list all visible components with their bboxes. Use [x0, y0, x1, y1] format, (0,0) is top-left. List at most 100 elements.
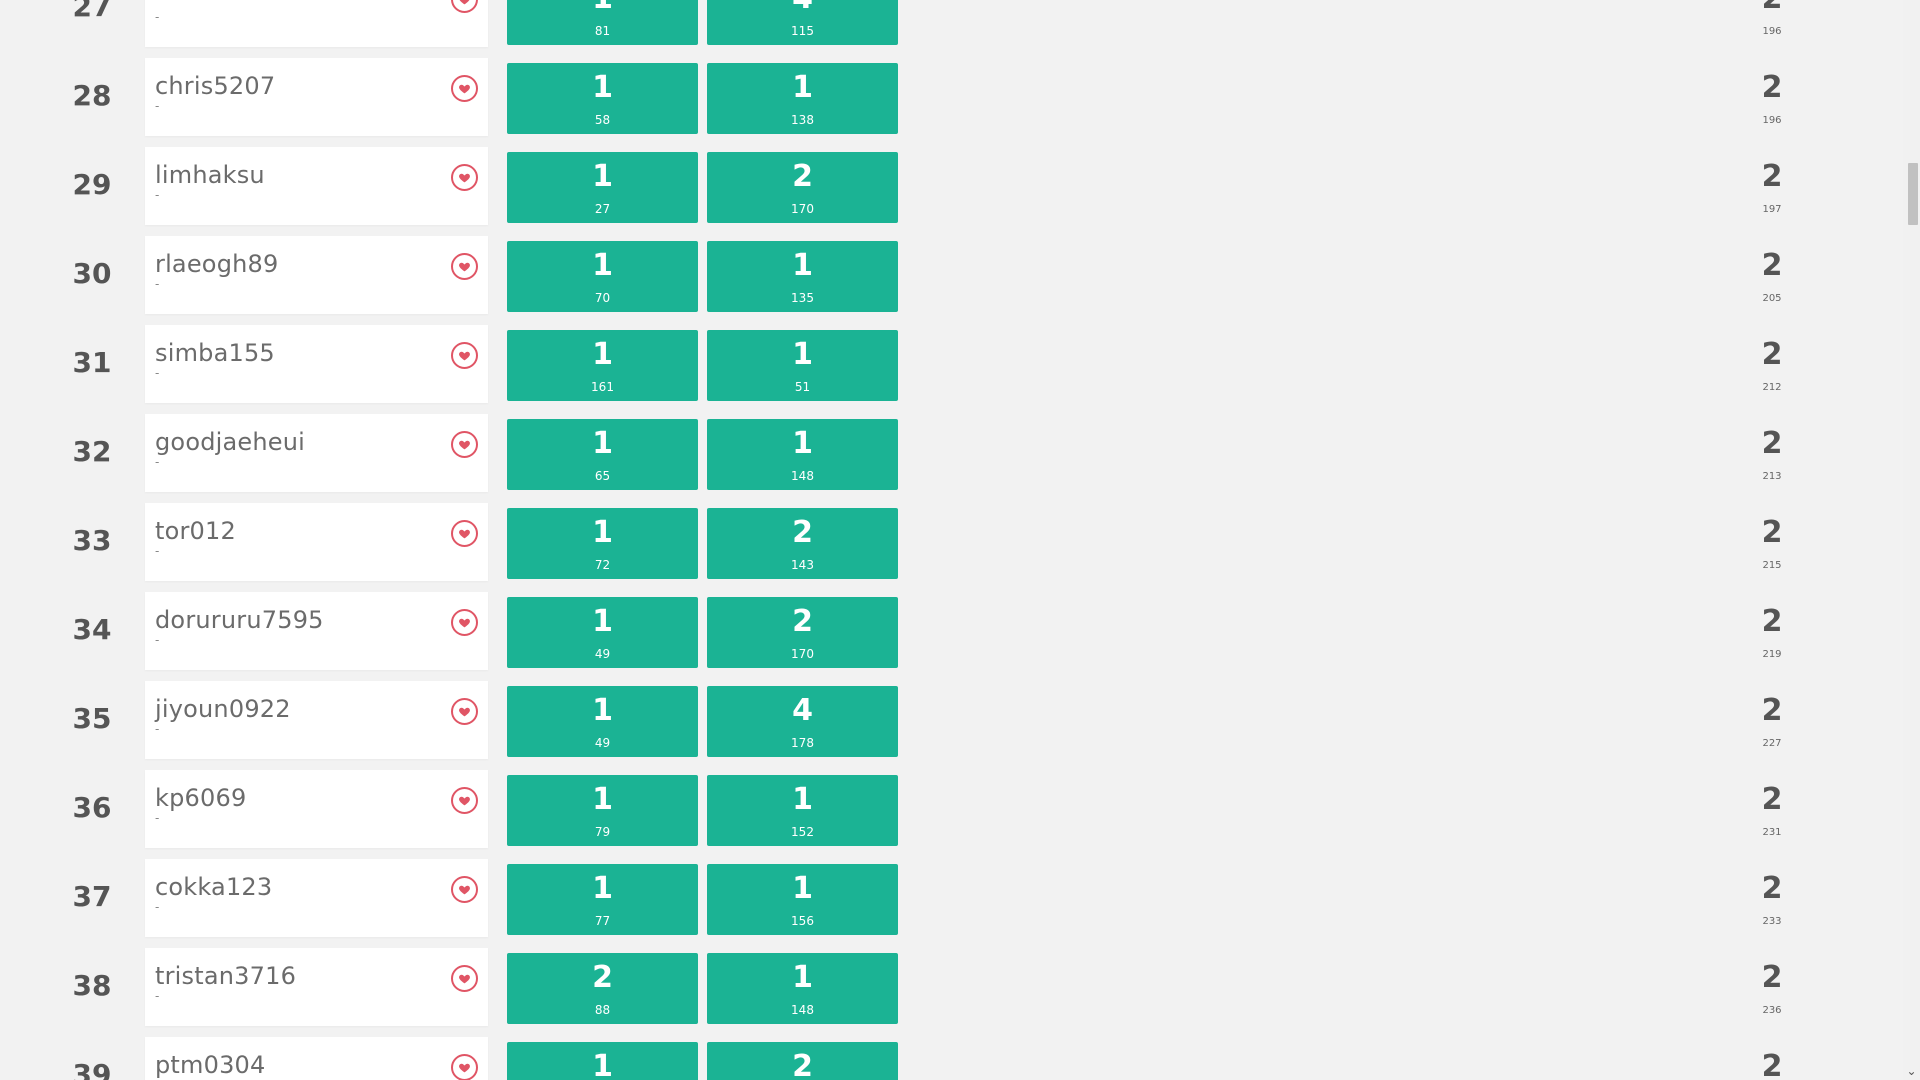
- username[interactable]: rlaeogh89: [155, 250, 278, 278]
- total-count: 2: [1742, 0, 1802, 14]
- scrollbar-thumb[interactable]: [1908, 163, 1918, 225]
- heart-icon[interactable]: [451, 787, 478, 814]
- score-tile-2[interactable]: 4 178: [707, 686, 898, 757]
- username[interactable]: limhaksu: [155, 161, 265, 189]
- user-card[interactable]: limhaksu -: [145, 147, 488, 225]
- username[interactable]: cokka123: [155, 873, 272, 901]
- score-tile-1[interactable]: 1 49: [507, 597, 698, 668]
- total-count: 2: [1761, 1049, 1783, 1080]
- score-tile-2[interactable]: 1 135: [707, 241, 898, 312]
- heart-icon[interactable]: [451, 876, 478, 903]
- score-tile-2[interactable]: 1 148: [707, 953, 898, 1024]
- total-score: 2 231: [1742, 775, 1802, 846]
- user-card[interactable]: cokka123 -: [145, 859, 488, 937]
- score-tile-1[interactable]: 1 27: [507, 152, 698, 223]
- score-tile-1[interactable]: 1 161: [507, 330, 698, 401]
- rank-number: 29: [72, 168, 112, 201]
- score-tile-1[interactable]: 1: [507, 1042, 698, 1080]
- score-tile-2[interactable]: 1 156: [707, 864, 898, 935]
- user-card[interactable]: tristan3716 -: [145, 948, 488, 1026]
- score-tile-1[interactable]: 1 77: [507, 864, 698, 935]
- heart-icon[interactable]: [451, 698, 478, 725]
- user-card[interactable]: tor012 -: [145, 503, 488, 581]
- username[interactable]: simba155: [155, 339, 275, 367]
- tile-count: 1: [592, 604, 613, 639]
- score-tile-1[interactable]: 1 58: [507, 63, 698, 134]
- total-score: 2 215: [1742, 508, 1802, 579]
- user-card[interactable]: simba155 -: [145, 325, 488, 403]
- score-tile-2[interactable]: 1 148: [707, 419, 898, 490]
- list-item: 31 simba155 - 1 161 1 51 2 212: [0, 323, 1900, 412]
- tile-count: 1: [592, 871, 613, 906]
- user-subtitle: -: [155, 188, 160, 202]
- user-card[interactable]: chris5207 -: [145, 58, 488, 136]
- user-card[interactable]: dorururu7595 -: [145, 592, 488, 670]
- tile-count: 1: [792, 871, 813, 906]
- score-tile-2[interactable]: 1 51: [707, 330, 898, 401]
- total-count: 2: [1761, 604, 1783, 639]
- user-card[interactable]: jiyoun0922 -: [145, 681, 488, 759]
- user-subtitle: -: [155, 277, 160, 291]
- user-card[interactable]: rlaeogh89 -: [145, 236, 488, 314]
- heart-icon[interactable]: [451, 164, 478, 191]
- user-card[interactable]: goodjaeheui -: [145, 414, 488, 492]
- tile-count: 2: [792, 604, 813, 639]
- score-tile-1[interactable]: 1 81: [507, 0, 698, 45]
- username[interactable]: kp6069: [155, 784, 246, 812]
- score-tile-2[interactable]: 4 115: [707, 0, 898, 45]
- total-count: 2: [1761, 337, 1783, 372]
- list-item: 38 tristan3716 - 2 88 1 148 2 236: [0, 946, 1900, 1035]
- total-score: 2: [1742, 1042, 1802, 1080]
- username[interactable]: goodjaeheui: [155, 428, 305, 456]
- username[interactable]: ptm0304: [155, 1051, 266, 1079]
- user-card[interactable]: -: [145, 0, 488, 47]
- total-penalty: 219: [1762, 649, 1782, 660]
- score-tile-1[interactable]: 1 79: [507, 775, 698, 846]
- list-item: 27 - 1 81 4 115 2 196: [0, 0, 1900, 56]
- list-item: 30 rlaeogh89 - 1 70 1 135 2 205: [0, 234, 1900, 323]
- score-tile-1[interactable]: 2 88: [507, 953, 698, 1024]
- heart-icon[interactable]: [451, 75, 478, 102]
- score-tile-2[interactable]: 1 138: [707, 63, 898, 134]
- rank-number: 34: [72, 613, 112, 646]
- score-tile-1[interactable]: 1 65: [507, 419, 698, 490]
- user-card[interactable]: kp6069 -: [145, 770, 488, 848]
- tile-time: 135: [791, 291, 814, 305]
- heart-icon[interactable]: [451, 1054, 478, 1080]
- tile-time: 148: [791, 1003, 814, 1017]
- tile-count: 1: [507, 0, 698, 14]
- score-tile-2[interactable]: 1 152: [707, 775, 898, 846]
- heart-icon[interactable]: [451, 253, 478, 280]
- username[interactable]: chris5207: [155, 72, 275, 100]
- username[interactable]: tristan3716: [155, 962, 296, 990]
- vertical-scrollbar[interactable]: ⌄: [1903, 0, 1920, 1080]
- heart-icon[interactable]: [451, 431, 478, 458]
- total-count: 2: [1761, 426, 1783, 461]
- list-item: 35 jiyoun0922 - 1 49 4 178 2 227: [0, 679, 1900, 768]
- score-tile-2[interactable]: 2 170: [707, 597, 898, 668]
- score-tile-1[interactable]: 1 72: [507, 508, 698, 579]
- tile-count: 2: [792, 159, 813, 194]
- heart-icon[interactable]: [451, 0, 478, 13]
- user-card[interactable]: ptm0304 -: [145, 1037, 488, 1080]
- score-tile-1[interactable]: 1 70: [507, 241, 698, 312]
- score-tile-2[interactable]: 2 143: [707, 508, 898, 579]
- heart-icon[interactable]: [451, 342, 478, 369]
- tile-time: 115: [791, 24, 814, 38]
- username[interactable]: jiyoun0922: [155, 695, 291, 723]
- scroll-down-icon[interactable]: ⌄: [1903, 1063, 1920, 1080]
- username[interactable]: dorururu7595: [155, 606, 324, 634]
- tile-count: 1: [792, 960, 813, 995]
- total-penalty: 227: [1762, 738, 1782, 749]
- heart-icon[interactable]: [451, 520, 478, 547]
- score-tile-1[interactable]: 1 49: [507, 686, 698, 757]
- heart-icon[interactable]: [451, 609, 478, 636]
- score-tile-2[interactable]: 2: [707, 1042, 898, 1080]
- rank-number: 35: [72, 702, 112, 735]
- tile-time: 156: [791, 914, 814, 928]
- tile-time: 143: [791, 558, 814, 572]
- tile-count: 1: [592, 782, 613, 817]
- username[interactable]: tor012: [155, 517, 236, 545]
- score-tile-2[interactable]: 2 170: [707, 152, 898, 223]
- heart-icon[interactable]: [451, 965, 478, 992]
